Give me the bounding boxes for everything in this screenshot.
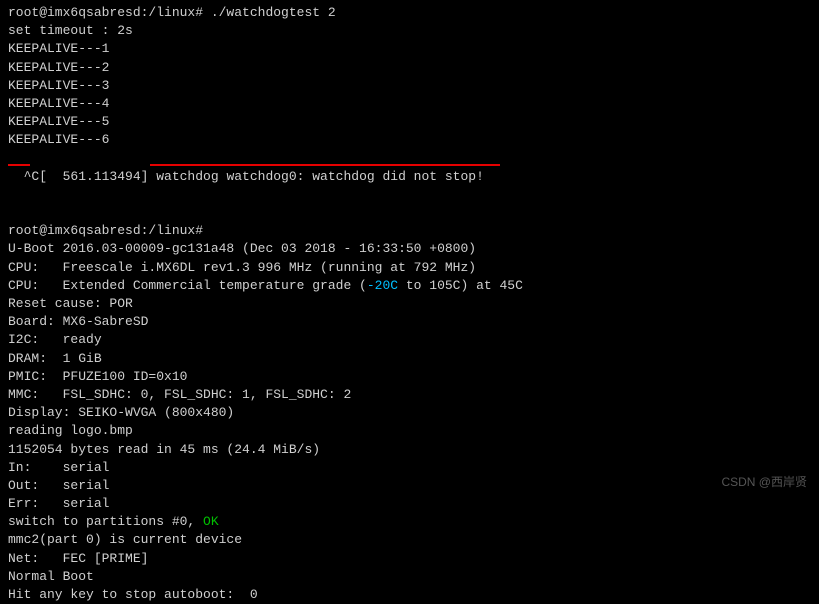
terminal-line: KEEPALIVE---3 <box>8 77 811 95</box>
terminal-line: KEEPALIVE---1 <box>8 40 811 58</box>
terminal-line: KEEPALIVE---2 <box>8 59 811 77</box>
text-segment: to 105C) at 45C <box>398 278 523 293</box>
temp-negative: -20C <box>367 278 398 293</box>
terminal-line: switch to partitions #0, OK <box>8 513 811 531</box>
terminal-line: Reset cause: POR <box>8 295 811 313</box>
terminal-line: set timeout : 2s <box>8 22 811 40</box>
terminal-line: reading logo.bmp <box>8 422 811 440</box>
terminal-prompt: root@imx6qsabresd:/linux# <box>8 222 811 240</box>
annotation-underline <box>150 164 500 166</box>
ctrlc-text: ^C[ 561.113494] watchdog watchdog0: watc… <box>24 169 484 184</box>
text-segment: CPU: Extended Commercial temperature gra… <box>8 278 367 293</box>
terminal-line: PMIC: PFUZE100 ID=0x10 <box>8 368 811 386</box>
terminal-line: In: serial <box>8 459 811 477</box>
terminal-line: Net: FEC [PRIME] <box>8 550 811 568</box>
terminal-line: root@imx6qsabresd:/linux# ./watchdogtest… <box>8 4 811 22</box>
terminal-line: I2C: ready <box>8 331 811 349</box>
text-segment: switch to partitions #0, <box>8 514 203 529</box>
terminal-line: Err: serial <box>8 495 811 513</box>
terminal-line: Normal Boot <box>8 568 811 586</box>
terminal-line: U-Boot 2016.03-00009-gc131a48 (Dec 03 20… <box>8 240 811 258</box>
terminal-line: Board: MX6-SabreSD <box>8 313 811 331</box>
terminal-line: KEEPALIVE---6 <box>8 131 811 149</box>
terminal-line-highlighted: ^C[ 561.113494] watchdog watchdog0: watc… <box>8 150 811 223</box>
terminal-line: Hit any key to stop autoboot: 0 <box>8 586 811 604</box>
status-ok: OK <box>203 514 219 529</box>
terminal-line: CPU: Extended Commercial temperature gra… <box>8 277 811 295</box>
terminal-line: MMC: FSL_SDHC: 0, FSL_SDHC: 1, FSL_SDHC:… <box>8 386 811 404</box>
terminal-line: KEEPALIVE---4 <box>8 95 811 113</box>
terminal-line: mmc2(part 0) is current device <box>8 531 811 549</box>
terminal-line: KEEPALIVE---5 <box>8 113 811 131</box>
terminal-line: Display: SEIKO-WVGA (800x480) <box>8 404 811 422</box>
watermark: CSDN @西岸贤 <box>721 474 807 491</box>
annotation-underline <box>8 164 30 166</box>
terminal-line: Out: serial <box>8 477 811 495</box>
terminal-line: CPU: Freescale i.MX6DL rev1.3 996 MHz (r… <box>8 259 811 277</box>
terminal-line: DRAM: 1 GiB <box>8 350 811 368</box>
terminal-line: 1152054 bytes read in 45 ms (24.4 MiB/s) <box>8 441 811 459</box>
